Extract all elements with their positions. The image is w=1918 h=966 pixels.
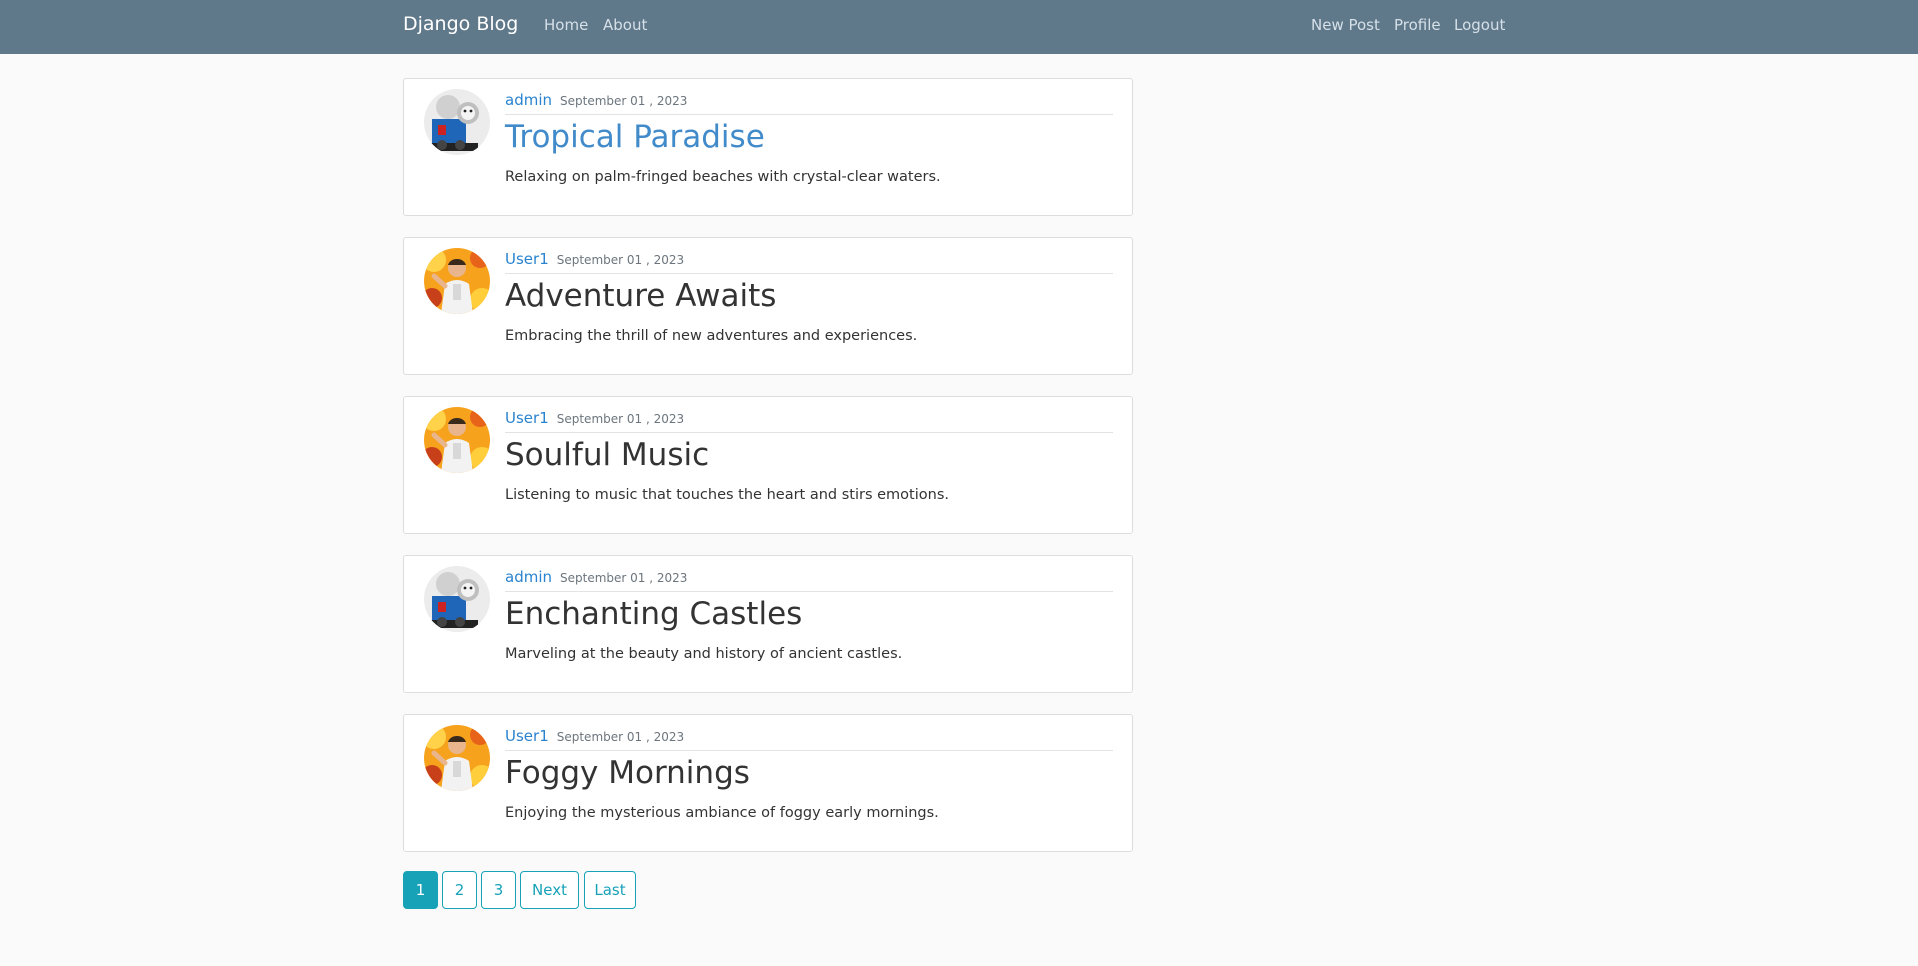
post-content: Enjoying the mysterious ambiance of fogg… bbox=[505, 805, 939, 821]
author-link[interactable]: User1 bbox=[505, 727, 549, 745]
page-2-button[interactable]: 2 bbox=[442, 871, 477, 909]
post-card: admin September 01 , 2023 Tropical Paradi… bbox=[403, 78, 1133, 216]
nav-home-link[interactable]: Home bbox=[544, 16, 588, 34]
person-avatar-icon[interactable] bbox=[424, 407, 490, 473]
author-link[interactable]: User1 bbox=[505, 250, 549, 268]
nav-logout-link[interactable]: Logout bbox=[1454, 16, 1505, 34]
page-3-button[interactable]: 3 bbox=[481, 871, 516, 909]
post-title-link[interactable]: Adventure Awaits bbox=[505, 278, 776, 314]
post-card: User1 September 01 , 2023 Adventure Await… bbox=[403, 237, 1133, 375]
post-card: admin September 01 , 2023 Enchanting Cast… bbox=[403, 555, 1133, 693]
post-content: Listening to music that touches the hear… bbox=[505, 487, 949, 503]
nav-about-link[interactable]: About bbox=[603, 16, 647, 34]
post-meta: User1 September 01 , 2023 bbox=[505, 726, 1113, 751]
person-avatar-icon[interactable] bbox=[424, 725, 490, 791]
post-meta: User1 September 01 , 2023 bbox=[505, 408, 1113, 433]
post-date: September 01 , 2023 bbox=[556, 730, 685, 744]
nav-new-post-link[interactable]: New Post bbox=[1311, 16, 1380, 34]
post-meta: User1 September 01 , 2023 bbox=[505, 249, 1113, 274]
train-avatar-icon[interactable] bbox=[424, 89, 490, 155]
post-date: September 01 , 2023 bbox=[556, 412, 685, 426]
page-1-button[interactable]: 1 bbox=[403, 871, 438, 909]
post-card: User1 September 01 , 2023 Foggy Mornings … bbox=[403, 714, 1133, 852]
post-content: Relaxing on palm-fringed beaches with cr… bbox=[505, 169, 941, 185]
last-page-button[interactable]: Last bbox=[584, 871, 636, 909]
post-card: User1 September 01 , 2023 Soulful Music L… bbox=[403, 396, 1133, 534]
nav-profile-link[interactable]: Profile bbox=[1394, 16, 1441, 34]
brand-link[interactable]: Django Blog bbox=[403, 13, 518, 35]
post-title-link[interactable]: Tropical Paradise bbox=[505, 119, 765, 155]
next-page-button[interactable]: Next bbox=[520, 871, 579, 909]
post-title-link[interactable]: Enchanting Castles bbox=[505, 596, 802, 632]
post-date: September 01 , 2023 bbox=[560, 94, 688, 108]
post-title-link[interactable]: Foggy Mornings bbox=[505, 755, 750, 791]
post-date: September 01 , 2023 bbox=[560, 571, 688, 585]
post-meta: admin September 01 , 2023 bbox=[505, 90, 1113, 115]
author-link[interactable]: admin bbox=[505, 568, 552, 586]
post-content: Marveling at the beauty and history of a… bbox=[505, 646, 903, 662]
post-meta: admin September 01 , 2023 bbox=[505, 567, 1113, 592]
post-date: September 01 , 2023 bbox=[556, 253, 685, 267]
post-content: Embracing the thrill of new adventures a… bbox=[505, 328, 918, 344]
person-avatar-icon[interactable] bbox=[424, 248, 490, 314]
post-list: admin September 01 , 2023 Tropical Paradi… bbox=[403, 78, 1133, 873]
train-avatar-icon[interactable] bbox=[424, 566, 490, 632]
author-link[interactable]: User1 bbox=[505, 409, 549, 427]
post-title-link[interactable]: Soulful Music bbox=[505, 437, 709, 473]
author-link[interactable]: admin bbox=[505, 91, 552, 109]
navbar: Django Blog Home About New Post Profile … bbox=[0, 0, 1918, 54]
